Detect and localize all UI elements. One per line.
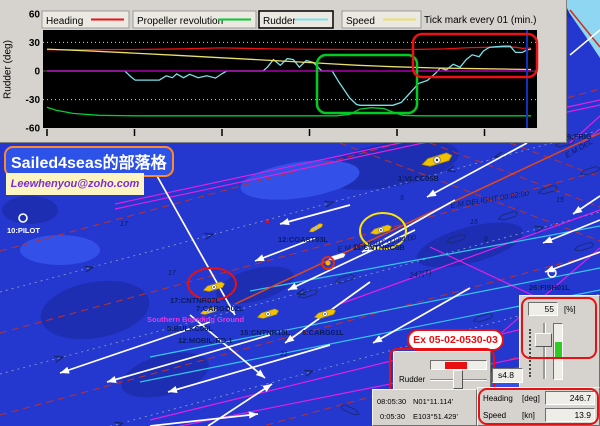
y-tick-label: 0 xyxy=(34,67,40,78)
depth-sounding: 17 xyxy=(168,270,177,277)
rpm-gauge-fill xyxy=(555,342,562,357)
rudder-slider-handle[interactable] xyxy=(453,370,463,389)
y-tick-label: -30 xyxy=(26,95,41,106)
depth-sounding: 6 xyxy=(484,236,488,243)
strip-chart-panel: Rudder (deg) 60 30 0 -30 -60 Heading Propeller… xyxy=(0,0,567,143)
light-water-patch xyxy=(20,235,100,265)
chart-y-axis-label: Rudder (deg) xyxy=(2,40,14,99)
strip-chart: 60 30 0 -30 -60 Heading Propeller revolution Ru… xyxy=(26,9,539,136)
svg-text:Speed: Speed xyxy=(346,16,375,27)
y-tick-label: 30 xyxy=(29,38,41,49)
legend-button-speed[interactable]: Speed xyxy=(341,10,422,29)
heading-unit: [deg] xyxy=(522,394,540,403)
map-label: 26:FISH01L xyxy=(529,283,570,292)
simulator-screen: 1:VLCC05B 11:CNTNRC6B 12:COAST03L 17:CNTNR0… xyxy=(0,0,600,426)
speed-label: Speed xyxy=(483,411,507,420)
map-label: 15:CNTNR15L xyxy=(240,328,290,337)
heading-label: Heading xyxy=(483,394,513,403)
map-label: 1:VLCC05B xyxy=(398,174,439,183)
rudder-label: Rudder xyxy=(399,375,426,384)
svg-text:Propeller revolution: Propeller revolution xyxy=(137,16,223,27)
rudder-angle-indicator xyxy=(445,362,467,369)
telegraph-tick-scale xyxy=(529,329,531,377)
depth-sounding: 17 xyxy=(120,221,129,228)
depth-sounding: 5 xyxy=(400,195,404,202)
time-position-panel: 08:05:30 N01°11.114' 0:05:30 E103°51.429… xyxy=(372,389,477,426)
map-label: 12:COAST03L xyxy=(278,235,328,244)
clock-time: 08:05:30 xyxy=(377,397,407,406)
legend-button-propeller-revolution[interactable]: Propeller revolution xyxy=(132,10,257,29)
speed-unit: [kn] xyxy=(522,411,535,420)
email-watermark: Leewhenyou@zoho.com xyxy=(6,173,144,195)
y-tick-label: -60 xyxy=(26,124,41,135)
heading-value: 246.7 xyxy=(545,391,595,405)
telegraph-value: 55 xyxy=(528,302,558,316)
map-label: 6:CARG01L xyxy=(302,328,344,337)
map-label: 7:CARGO02L xyxy=(196,304,244,313)
exercise-label: Ex 05-02-0530-03 xyxy=(407,329,504,351)
map-label: 5:BULKC06L xyxy=(167,324,213,333)
latitude: N01°11.114' xyxy=(413,397,454,406)
map-label: Southern Boarding Ground xyxy=(147,315,244,324)
y-tick-label: 60 xyxy=(29,9,41,20)
depth-sounding: 15 xyxy=(470,219,478,226)
telegraph-unit: [%] xyxy=(564,305,576,314)
tick-interval-note: Tick mark every 01 (min.) xyxy=(424,15,536,26)
telegraph-slider-track[interactable] xyxy=(543,323,546,379)
rudder-angle-gauge xyxy=(430,360,487,370)
plot-area xyxy=(43,30,537,128)
rpm-gauge xyxy=(553,323,563,380)
s-value-readout: s4.8 xyxy=(492,368,523,383)
depth-sounding: 21 xyxy=(279,351,288,358)
depth-sounding: 15 xyxy=(556,197,564,204)
elapsed-time: 0:05:30 xyxy=(380,412,406,421)
map-label: 10:PILOT xyxy=(7,226,40,235)
deep-water-patch xyxy=(2,196,58,224)
svg-text:Heading: Heading xyxy=(46,16,83,27)
map-label: × xyxy=(265,217,270,226)
svg-text:Rudder: Rudder xyxy=(263,16,296,27)
legend-button-heading[interactable]: Heading xyxy=(41,10,130,29)
nav-readout-panel: Heading [deg] 246.7 Speed [kn] 13.9 xyxy=(477,387,600,426)
telegraph-panel: 55 [%] xyxy=(519,295,600,394)
speed-value: 13.9 xyxy=(545,408,595,422)
telegraph-slider-handle[interactable] xyxy=(535,333,552,347)
legend-button-rudder[interactable]: Rudder xyxy=(258,10,334,29)
map-label: 12:MOBIL-RD.1 xyxy=(178,336,233,345)
longitude: E103°51.429' xyxy=(413,412,458,421)
